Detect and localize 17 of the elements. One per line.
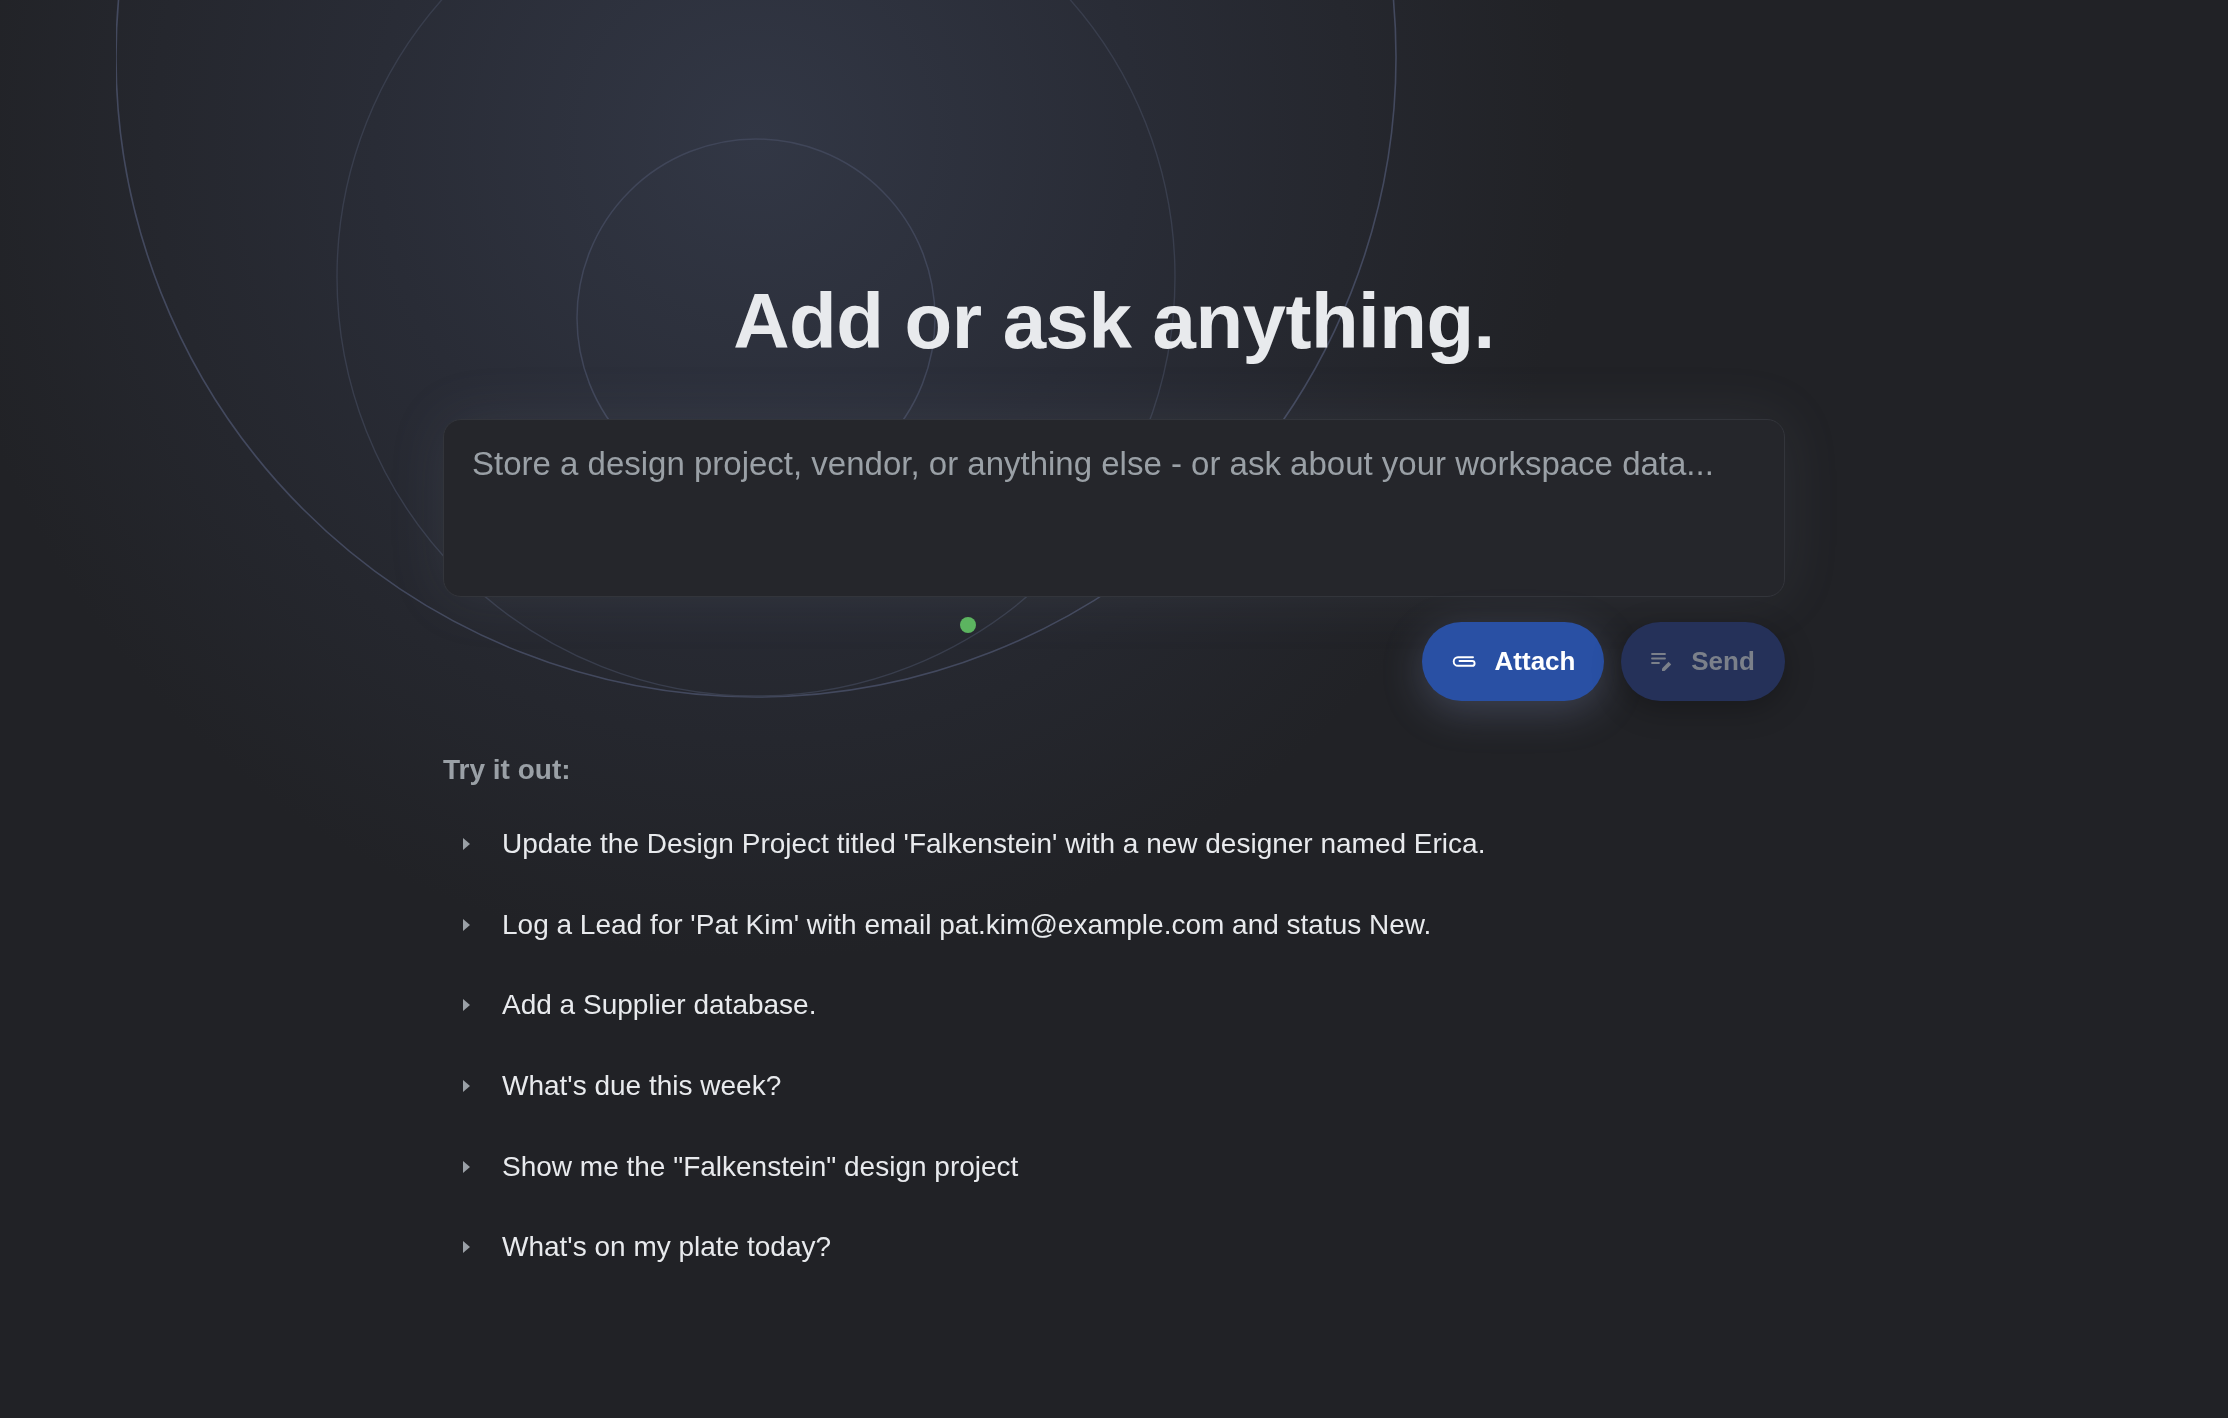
attach-button[interactable]: Attach	[1422, 622, 1604, 701]
note-pencil-icon	[1651, 651, 1674, 672]
suggestions-title: Try it out:	[443, 753, 572, 787]
caret-icon[interactable]	[463, 1080, 471, 1093]
suggestion-link[interactable]: Add a Supplier database.	[502, 988, 817, 1023]
suggestion-link[interactable]: What's on my plate today?	[502, 1230, 832, 1265]
suggestion-link[interactable]: What's due this week?	[502, 1069, 782, 1104]
suggestion-link[interactable]: Show me the "Falkenstein" design project	[502, 1149, 1019, 1184]
prompt-input[interactable]: Store a design project, vendor, or anything else - or ask about your workspace data...	[443, 419, 1785, 597]
suggestion-link[interactable]: Update the Design Project titled 'Falkenstein' with a new designer named Erica.	[502, 827, 1486, 862]
caret-icon[interactable]	[463, 838, 471, 851]
paperclip-icon	[1450, 654, 1477, 669]
caret-icon[interactable]	[463, 1241, 471, 1254]
suggestion-link[interactable]: Log a Lead for 'Pat Kim' with email pat.kim@example.com and status New.	[502, 907, 1432, 942]
caret-icon[interactable]	[463, 999, 471, 1012]
caret-icon[interactable]	[463, 918, 471, 931]
caret-icon[interactable]	[463, 1160, 471, 1173]
